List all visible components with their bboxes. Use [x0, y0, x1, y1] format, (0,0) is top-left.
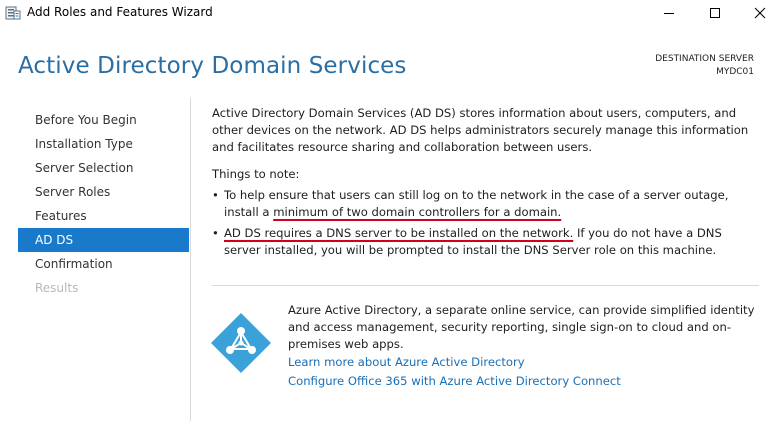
note-bullet-domain-controllers: To help ensure that users can still log … — [212, 187, 760, 221]
things-to-note-heading: Things to note: — [212, 167, 300, 182]
title-bar: Add Roles and Features Wizard — [0, 0, 783, 26]
intro-paragraph: Active Directory Domain Services (AD DS)… — [212, 106, 749, 154]
content-divider — [212, 285, 759, 286]
maximize-button[interactable] — [692, 0, 738, 26]
minimize-icon — [664, 13, 674, 14]
page-title: Active Directory Domain Services — [18, 53, 407, 79]
close-button[interactable] — [737, 0, 783, 26]
nav-divider — [190, 98, 191, 421]
nav-item-results: Results — [35, 281, 79, 295]
nav-item-server-selection[interactable]: Server Selection — [18, 156, 189, 180]
configure-office365-link[interactable]: Configure Office 365 with Azure Active D… — [288, 372, 621, 390]
azure-ad-description: Azure Active Directory, a separate onlin… — [288, 303, 755, 351]
nav-item-features[interactable]: Features — [18, 204, 189, 228]
learn-more-azure-ad-link[interactable]: Learn more about Azure Active Directory — [288, 353, 525, 371]
server-manager-icon — [5, 5, 21, 21]
destination-server-name: MYDC01 — [716, 67, 754, 77]
nav-item-server-roles[interactable]: Server Roles — [18, 180, 189, 204]
bullet-emphasis: minimum of two domain controllers for a … — [273, 204, 562, 219]
bullet-emphasis: AD DS requires a DNS server to be instal… — [224, 225, 574, 240]
destination-server-label: DESTINATION SERVER — [655, 54, 754, 64]
nav-item-before-you-begin[interactable]: Before You Begin — [18, 108, 189, 132]
nav-item-ad-ds[interactable]: AD DS — [18, 228, 189, 252]
nav-item-installation-type[interactable]: Installation Type — [18, 132, 189, 156]
azure-active-directory-icon — [211, 313, 271, 373]
maximize-icon — [710, 8, 720, 18]
window-title: Add Roles and Features Wizard — [27, 5, 213, 19]
main-content: Active Directory Domain Services (AD DS)… — [212, 105, 760, 258]
nav-item-confirmation[interactable]: Confirmation — [18, 252, 189, 276]
close-icon — [754, 7, 766, 19]
minimize-button[interactable] — [646, 0, 692, 26]
note-bullet-dns: AD DS requires a DNS server to be instal… — [212, 225, 760, 259]
wizard-nav: Before You Begin Installation Type Serve… — [18, 108, 189, 300]
